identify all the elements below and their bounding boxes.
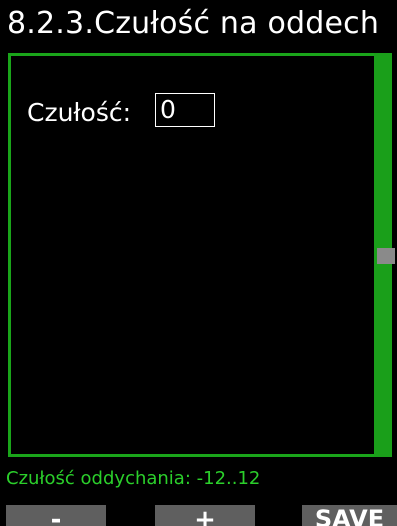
sensitivity-value-field[interactable]: 0 — [155, 93, 215, 127]
increase-button[interactable]: + — [155, 505, 255, 526]
scrollbar-thumb[interactable] — [377, 248, 395, 264]
settings-panel: Czułość: 0 — [8, 53, 377, 457]
save-button[interactable]: SAVE — [302, 505, 397, 526]
page-title: 8.2.3.Czułość na oddech — [7, 6, 380, 41]
softkey-bar: - + SAVE — [0, 505, 397, 526]
scrollbar-track[interactable] — [374, 53, 395, 457]
decrease-button[interactable]: - — [6, 505, 106, 526]
title-bar: 8.2.3.Czułość na oddech — [0, 0, 397, 50]
sensitivity-label: Czułość: — [27, 98, 132, 127]
range-hint: Czułość oddychania: -12..12 — [6, 468, 261, 489]
